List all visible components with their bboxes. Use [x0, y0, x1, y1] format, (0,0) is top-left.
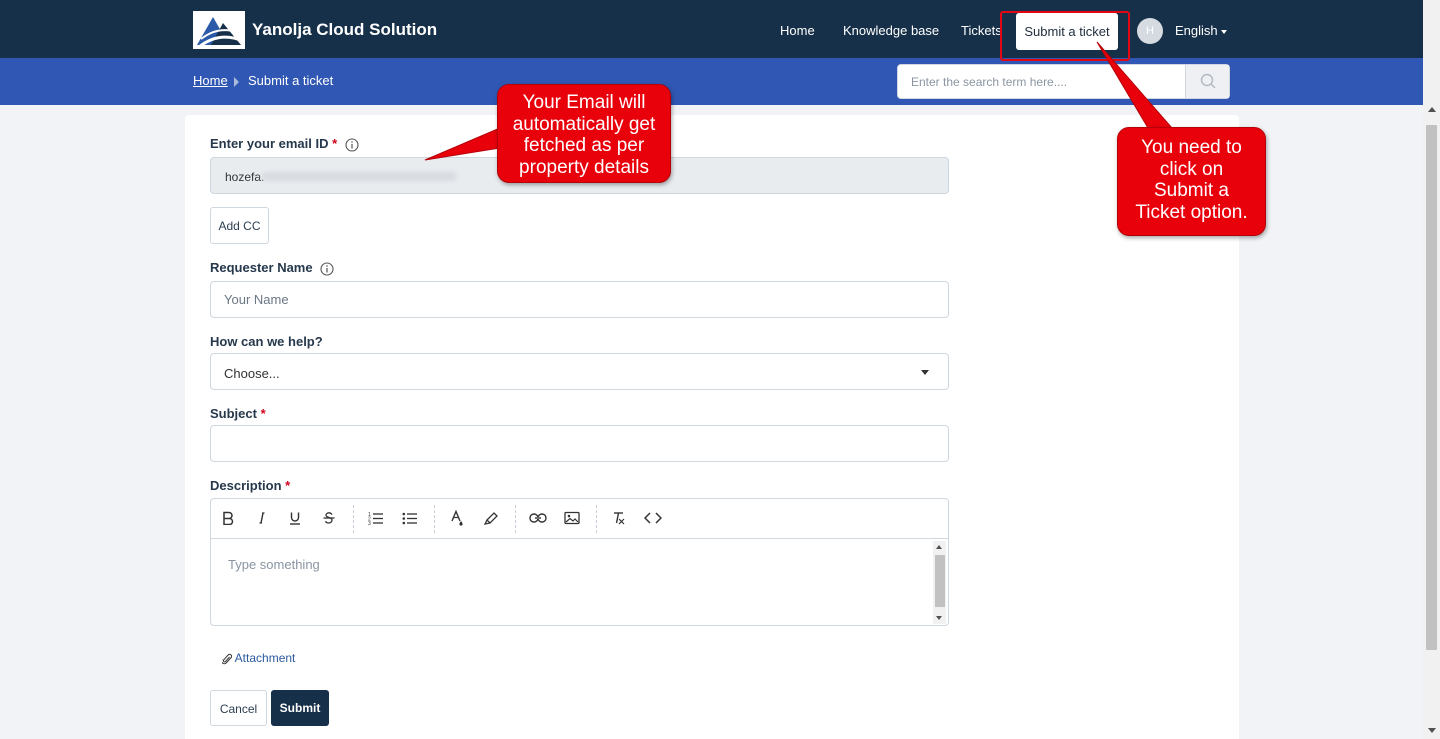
toolbar-divider — [515, 505, 516, 533]
breadcrumb-current: Submit a ticket — [248, 73, 334, 88]
email-callout: Your Email will automatically get fetche… — [497, 84, 671, 183]
required-mark: * — [332, 136, 338, 151]
submit-callout-line: click on — [1159, 158, 1224, 180]
chevron-down-icon — [1220, 29, 1227, 34]
submit-callout: You need to click on Submit a Ticket opt… — [1117, 127, 1266, 236]
requester-label-text: Requester Name — [210, 260, 313, 275]
svg-text:3: 3 — [368, 521, 371, 525]
avatar[interactable]: H — [1137, 18, 1163, 44]
nav-home[interactable]: Home — [780, 23, 815, 38]
email-callout-line: property details — [519, 156, 649, 178]
attachment-label: Attachment — [234, 651, 296, 665]
bold-icon[interactable] — [218, 508, 238, 528]
search-bar — [897, 64, 1230, 99]
toolbar-divider — [596, 505, 597, 533]
code-view-icon[interactable] — [643, 508, 663, 528]
help-label: How can we help? — [210, 334, 323, 349]
nav-tickets[interactable]: Tickets — [961, 23, 1002, 38]
requester-label: Requester Name — [210, 260, 334, 276]
page-scrollbar[interactable] — [1423, 0, 1440, 739]
subject-input[interactable] — [210, 425, 949, 462]
toolbar-divider — [353, 505, 354, 533]
attachment-link[interactable]: Attachment — [221, 651, 296, 665]
clear-format-icon[interactable] — [609, 508, 629, 528]
email-callout-line: fetched as per — [523, 135, 645, 156]
scroll-down-icon[interactable] — [1428, 728, 1436, 733]
submit-callout-line: Ticket option. — [1135, 201, 1248, 223]
email-label: Enter your email ID * — [210, 136, 359, 152]
help-selected-value: Choose... — [224, 366, 280, 381]
search-icon — [1200, 73, 1216, 89]
page-scroll-thumb[interactable] — [1426, 125, 1437, 650]
image-icon[interactable] — [562, 508, 582, 528]
nav-knowledge-base[interactable]: Knowledge base — [843, 23, 939, 38]
editor-toolbar: 123 — [211, 499, 948, 539]
brand-logo[interactable] — [193, 11, 245, 49]
email-label-text: Enter your email ID — [210, 136, 329, 151]
strikethrough-icon[interactable] — [319, 508, 339, 528]
subject-label-text: Subject — [210, 406, 257, 421]
subject-label: Subject * — [210, 406, 266, 421]
language-label: English — [1175, 23, 1218, 38]
scroll-up-icon[interactable] — [936, 545, 942, 549]
email-value: hozefa. — [225, 170, 265, 184]
submit-callout-line: You need to — [1141, 137, 1242, 158]
text-color-icon[interactable] — [447, 508, 467, 528]
underline-icon[interactable] — [285, 508, 305, 528]
description-editor: 123 Type something — [210, 498, 949, 626]
add-cc-button[interactable]: Add CC — [210, 207, 269, 244]
brand-name[interactable]: Yanolja Cloud Solution — [252, 20, 437, 40]
chevron-down-icon — [921, 370, 929, 375]
highlight-icon[interactable] — [481, 508, 501, 528]
email-callout-line: Your Email will — [522, 92, 646, 113]
editor-scrollbar[interactable] — [933, 541, 946, 624]
required-mark: * — [260, 406, 266, 421]
email-callout-line: automatically get — [512, 113, 656, 135]
help-select[interactable]: Choose... — [210, 353, 949, 390]
breadcrumb-separator-icon — [234, 77, 239, 87]
link-icon[interactable] — [528, 508, 548, 528]
email-redacted — [261, 172, 457, 181]
submit-callout-line: Submit a — [1154, 180, 1229, 201]
submit-ticket-highlight — [1000, 11, 1130, 61]
description-label: Description * — [210, 478, 290, 493]
paperclip-icon — [221, 653, 233, 665]
language-dropdown[interactable]: English — [1175, 23, 1227, 38]
requester-name-input[interactable] — [210, 281, 949, 318]
scroll-down-icon[interactable] — [936, 616, 942, 620]
scroll-up-icon[interactable] — [1428, 107, 1436, 112]
italic-icon[interactable] — [252, 508, 272, 528]
submit-button[interactable]: Submit — [271, 690, 329, 726]
search-button[interactable] — [1185, 65, 1229, 98]
toolbar-divider — [434, 505, 435, 533]
info-icon[interactable] — [345, 138, 359, 152]
ordered-list-icon[interactable]: 123 — [366, 508, 386, 528]
required-mark: * — [285, 478, 291, 493]
cancel-button[interactable]: Cancel — [210, 690, 267, 726]
editor-scroll-thumb[interactable] — [935, 555, 945, 607]
description-placeholder[interactable]: Type something — [228, 557, 320, 572]
bullet-list-icon[interactable] — [400, 508, 420, 528]
description-label-text: Description — [210, 478, 282, 493]
breadcrumb-home[interactable]: Home — [193, 73, 228, 88]
info-icon[interactable] — [320, 262, 334, 276]
search-input[interactable] — [898, 65, 1185, 98]
